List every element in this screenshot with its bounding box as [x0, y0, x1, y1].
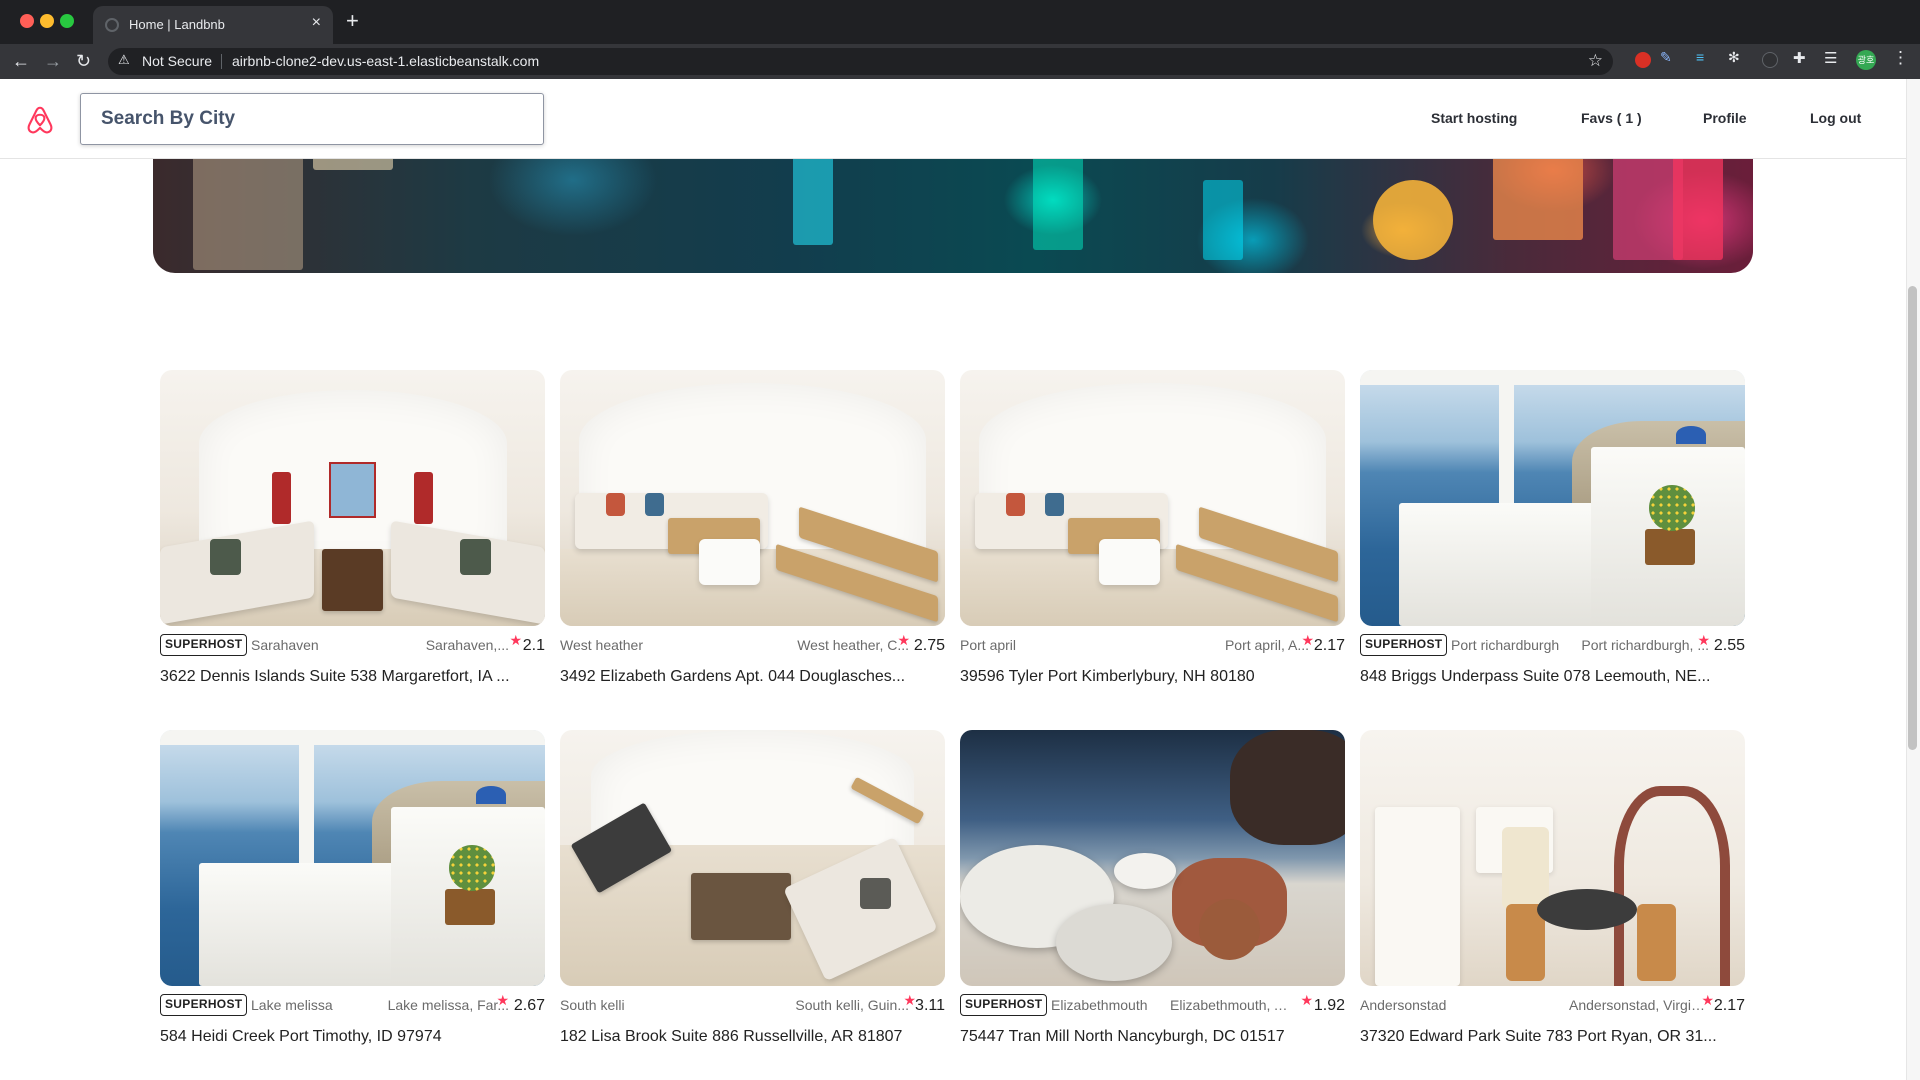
listing-rating: 2.55: [1713, 637, 1745, 654]
listing-locality: Lake melissa, Far...: [387, 997, 509, 1013]
address-bar[interactable]: ⚠ Not Secure airbnb-clone2-dev.us-east-1…: [108, 48, 1613, 75]
rating-star-icon: ★: [897, 632, 910, 648]
listing-photo[interactable]: [560, 370, 945, 626]
listing-meta: SUPERHOST Port richardburgh Port richard…: [1360, 632, 1745, 656]
rating-star-icon: ★: [1300, 992, 1313, 1008]
browser-tab[interactable]: Home | Landbnb ×: [93, 6, 333, 44]
listing-city: Port april: [960, 637, 1017, 653]
airbnb-logo-icon[interactable]: [26, 105, 54, 135]
listing-photo[interactable]: [960, 370, 1345, 626]
extension-dark-icon[interactable]: [1762, 52, 1778, 68]
listing-rating: 2.17: [1713, 997, 1745, 1014]
listing-city: South kelli: [560, 997, 625, 1013]
listing-meta: SUPERHOST Lake melissa Lake melissa, Far…: [160, 992, 545, 1016]
browser-menu-icon[interactable]: ⋮: [1892, 48, 1909, 68]
listing-meta: South kelli South kelli, Guin... ★ 3.11: [560, 992, 945, 1016]
listing-rating: 2.1: [522, 637, 545, 654]
tab-close-icon[interactable]: ×: [312, 14, 321, 32]
search-city-input[interactable]: [80, 93, 544, 145]
listing-photo[interactable]: [560, 730, 945, 986]
neon-sign: [1033, 150, 1083, 250]
rating-star-icon: ★: [1301, 632, 1314, 648]
rating-star-icon: ★: [1697, 632, 1710, 648]
globe-icon: [105, 18, 119, 32]
neon-sign: [1203, 180, 1243, 260]
listing-city: Port richardburgh: [1451, 637, 1560, 653]
listing-city: Sarahaven: [251, 637, 319, 653]
listing-city: Lake melissa: [251, 997, 333, 1013]
forward-arrow-icon[interactable]: →: [44, 50, 62, 72]
superhost-badge: SUPERHOST: [160, 634, 248, 656]
warning-icon[interactable]: ⚠: [118, 52, 130, 68]
browser-chrome: Home | Landbnb × + ← → ↻ ⚠ Not Secure ai…: [0, 0, 1920, 79]
url-text[interactable]: airbnb-clone2-dev.us-east-1.elasticbeans…: [232, 53, 539, 69]
neon-sign: [1373, 180, 1453, 260]
reload-icon[interactable]: ↻: [76, 50, 91, 72]
listing-locality: South kelli, Guin...: [795, 997, 909, 1013]
extension-pen-icon[interactable]: ✎: [1660, 49, 1676, 65]
listing-photo[interactable]: [1360, 370, 1745, 626]
profile-avatar[interactable]: 광호: [1856, 50, 1876, 70]
listing-address[interactable]: 848 Briggs Underpass Suite 078 Leemouth,…: [1360, 668, 1745, 686]
listing-locality: Sarahaven,...: [425, 637, 509, 653]
rating-star-icon: ★: [1701, 992, 1714, 1008]
listing-address[interactable]: 584 Heidi Creek Port Timothy, ID 97974: [160, 1028, 545, 1046]
listing-city: Elizabethmouth: [1051, 997, 1148, 1013]
rating-star-icon: ★: [509, 632, 522, 648]
superhost-badge: SUPERHOST: [160, 994, 248, 1016]
listing-photo[interactable]: [160, 730, 545, 986]
listing-photo[interactable]: [960, 730, 1345, 986]
logout-link[interactable]: Log out: [1810, 110, 1861, 126]
listing-rating: 1.92: [1313, 997, 1345, 1014]
listing-rating: 2.75: [913, 637, 945, 654]
browser-toolbar: ← → ↻ ⚠ Not Secure airbnb-clone2-dev.us-…: [0, 44, 1920, 79]
superhost-badge: SUPERHOST: [960, 994, 1048, 1016]
listing-meta: SUPERHOST Elizabethmouth Elizabethmouth,…: [960, 992, 1345, 1016]
app-header: Start hosting Favs ( 1 ) Profile Log out: [0, 79, 1906, 159]
security-label[interactable]: Not Secure: [142, 53, 212, 69]
listing-locality: Elizabethmouth, Anti...: [1170, 997, 1295, 1013]
listing-locality: Andersonstad, Virgin...: [1569, 997, 1709, 1013]
listing-meta: SUPERHOST Sarahaven Sarahaven,... ★ 2.1: [160, 632, 545, 656]
listing-address[interactable]: 37320 Edward Park Suite 783 Port Ryan, O…: [1360, 1028, 1745, 1046]
listing-address[interactable]: 3622 Dennis Islands Suite 538 Margaretfo…: [160, 668, 545, 686]
listing-photo[interactable]: [160, 370, 545, 626]
extensions-puzzle-icon[interactable]: ✚: [1793, 49, 1809, 67]
close-window-button[interactable]: [20, 14, 34, 28]
extension-filter-icon[interactable]: ≡: [1696, 49, 1712, 65]
favs-link[interactable]: Favs ( 1 ): [1581, 110, 1642, 126]
listing-meta: Andersonstad Andersonstad, Virgin... ★ 2…: [1360, 992, 1745, 1016]
tab-strip: Home | Landbnb × +: [0, 0, 1920, 44]
listing-address[interactable]: 75447 Tran Mill North Nancyburgh, DC 015…: [960, 1028, 1345, 1046]
extension-red-icon[interactable]: [1635, 52, 1651, 68]
extension-gear-icon[interactable]: ✻: [1728, 49, 1744, 65]
listing-locality: West heather, C...: [797, 637, 909, 653]
profile-link[interactable]: Profile: [1703, 110, 1747, 126]
back-arrow-icon[interactable]: ←: [12, 50, 30, 72]
listing-locality: Port april, A...: [1224, 637, 1309, 653]
rating-star-icon: ★: [496, 992, 509, 1008]
listing-photo[interactable]: [1360, 730, 1745, 986]
superhost-badge: SUPERHOST: [1360, 634, 1448, 656]
listing-rating: 3.11: [915, 997, 945, 1014]
listing-rating: 2.17: [1313, 637, 1345, 654]
new-tab-button[interactable]: +: [346, 10, 359, 32]
tab-title: Home | Landbnb: [129, 17, 225, 32]
listing-meta: West heather West heather, C... ★ 2.75: [560, 632, 945, 656]
start-hosting-link[interactable]: Start hosting: [1431, 110, 1517, 126]
listing-locality: Port richardburgh, ...: [1581, 637, 1709, 653]
page-scrollbar-thumb[interactable]: [1908, 286, 1917, 750]
listing-meta: Port april Port april, A... ★ 2.17: [960, 632, 1345, 656]
reading-list-icon[interactable]: ☰: [1824, 49, 1840, 67]
listing-rating: 2.67: [513, 997, 545, 1014]
listing-address[interactable]: 39596 Tyler Port Kimberlybury, NH 80180: [960, 668, 1345, 686]
listing-city: West heather: [560, 637, 644, 653]
maximize-window-button[interactable]: [60, 14, 74, 28]
listing-address[interactable]: 3492 Elizabeth Gardens Apt. 044 Douglasc…: [560, 668, 945, 686]
listing-city: Andersonstad: [1360, 997, 1447, 1013]
bookmark-star-icon[interactable]: ☆: [1588, 51, 1603, 71]
minimize-window-button[interactable]: [40, 14, 54, 28]
divider: [221, 54, 222, 69]
listing-address[interactable]: 182 Lisa Brook Suite 886 Russellville, A…: [560, 1028, 945, 1046]
